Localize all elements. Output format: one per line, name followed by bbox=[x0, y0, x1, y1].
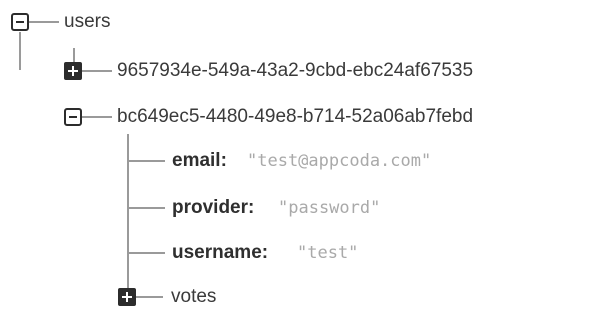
node-label-users[interactable]: users bbox=[64, 10, 110, 34]
minus-square-icon bbox=[64, 108, 82, 126]
root-horizontal-connector bbox=[27, 21, 59, 23]
collapse-users-toggle[interactable] bbox=[11, 13, 29, 31]
child2-vertical-connector bbox=[127, 134, 129, 290]
plus-square-icon bbox=[118, 288, 136, 306]
node-label-votes[interactable]: votes bbox=[171, 285, 216, 309]
email-connector bbox=[128, 160, 165, 162]
username-connector bbox=[128, 252, 165, 254]
field-key-email[interactable]: email: bbox=[172, 149, 227, 173]
json-tree-view: users 9657934e-549a-43a2-9cbd-ebc24af675… bbox=[0, 0, 598, 309]
expand-9657934e-toggle[interactable] bbox=[64, 62, 82, 80]
child2-horizontal-connector bbox=[82, 116, 112, 118]
expand-votes-toggle[interactable] bbox=[118, 288, 136, 306]
provider-connector bbox=[128, 207, 165, 209]
plus-square-icon bbox=[64, 62, 82, 80]
field-value-provider[interactable]: "password" bbox=[278, 196, 380, 220]
field-key-provider[interactable]: provider: bbox=[172, 196, 254, 220]
minus-square-icon bbox=[11, 13, 29, 31]
child1-horizontal-connector bbox=[82, 70, 112, 72]
field-value-username[interactable]: "test" bbox=[297, 241, 358, 265]
collapse-bc649ec5-toggle[interactable] bbox=[64, 108, 82, 126]
field-key-username[interactable]: username: bbox=[172, 241, 268, 265]
field-value-email[interactable]: "test@appcoda.com" bbox=[247, 149, 431, 173]
node-label-9657934e[interactable]: 9657934e-549a-43a2-9cbd-ebc24af67535 bbox=[117, 59, 473, 83]
node-label-bc649ec5[interactable]: bc649ec5-4480-49e8-b714-52a06ab7febd bbox=[117, 105, 473, 129]
votes-connector bbox=[136, 296, 163, 298]
root-vertical-connector bbox=[19, 32, 21, 70]
